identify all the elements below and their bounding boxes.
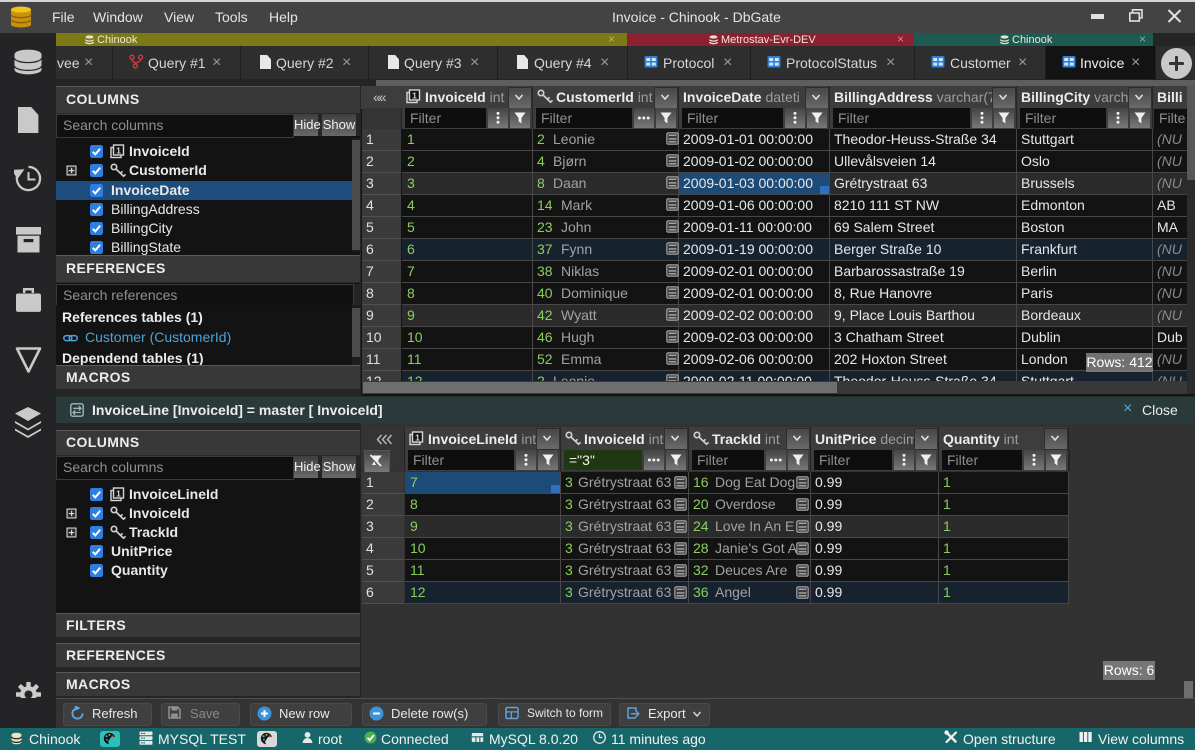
svg-text:1: 1	[412, 90, 417, 100]
svg-text:1: 1	[116, 488, 121, 498]
svg-text:1: 1	[415, 432, 420, 442]
svg-text:1: 1	[116, 145, 121, 155]
